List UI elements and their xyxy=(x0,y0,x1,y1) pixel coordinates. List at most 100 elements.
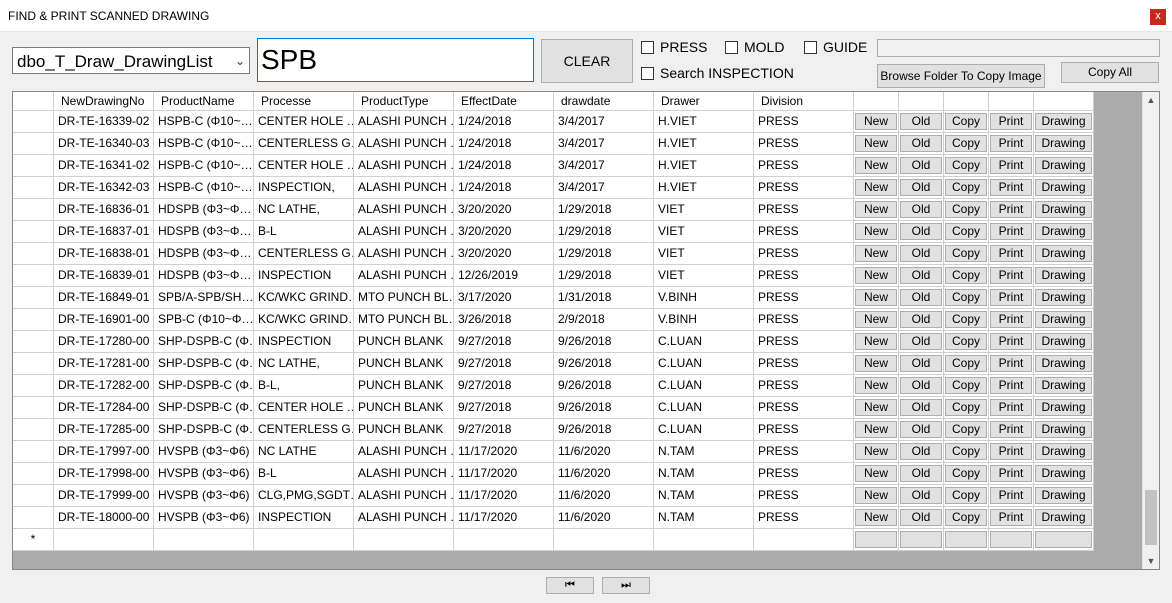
table-cell[interactable]: PUNCH BLANK xyxy=(354,419,454,441)
table-cell[interactable]: ALASHI PUNCH … xyxy=(354,463,454,485)
table-cell[interactable]: PRESS xyxy=(754,287,854,309)
table-cell[interactable]: 11/6/2020 xyxy=(554,485,654,507)
table-cell[interactable]: V.BINH xyxy=(654,309,754,331)
table-cell[interactable]: 11/17/2020 xyxy=(454,485,554,507)
table-cell[interactable]: DR-TE-17282-00 xyxy=(54,375,154,397)
table-cell[interactable]: N.TAM xyxy=(654,441,754,463)
table-cell[interactable]: 1/24/2018 xyxy=(454,133,554,155)
table-cell[interactable]: B-L, xyxy=(254,375,354,397)
table-cell[interactable]: PRESS xyxy=(754,507,854,529)
table-cell[interactable]: 1/24/2018 xyxy=(454,177,554,199)
search-inspection-checkbox[interactable]: Search INSPECTION xyxy=(641,65,794,81)
old-button[interactable]: Old xyxy=(900,487,942,504)
table-row[interactable]: DR-TE-17284-00 SHP-DSPB-C (Φ… CENTER HOLE … xyxy=(13,397,1094,419)
new-row[interactable]: * xyxy=(13,529,1094,551)
mold-checkbox-box[interactable] xyxy=(725,40,738,54)
table-cell[interactable]: 9/26/2018 xyxy=(554,331,654,353)
new-button[interactable]: New xyxy=(855,443,897,460)
table-cell[interactable]: 1/29/2018 xyxy=(554,199,654,221)
table-cell[interactable]: DR-TE-16849-01 xyxy=(54,287,154,309)
copy-button[interactable]: Copy xyxy=(945,399,987,416)
table-cell[interactable]: DR-TE-17284-00 xyxy=(54,397,154,419)
drawing-button[interactable]: Drawing xyxy=(1035,157,1092,174)
old-button[interactable]: Old xyxy=(900,465,942,482)
row-header[interactable] xyxy=(13,309,54,331)
new-button[interactable]: New xyxy=(855,157,897,174)
table-cell[interactable]: PRESS xyxy=(754,397,854,419)
table-cell[interactable]: INSPECTION xyxy=(254,507,354,529)
copy-button[interactable]: Copy xyxy=(945,355,987,372)
table-cell[interactable]: V.BINH xyxy=(654,287,754,309)
table-cell[interactable]: HDSPB (Φ3~Φ… xyxy=(154,265,254,287)
table-row[interactable]: DR-TE-17281-00 SHP-DSPB-C (Φ… NC LATHE, PUN… xyxy=(13,353,1094,375)
new-button[interactable]: New xyxy=(855,421,897,438)
mold-checkbox[interactable]: MOLD xyxy=(725,39,784,55)
old-button[interactable]: Old xyxy=(900,377,942,394)
table-cell[interactable]: HDSPB (Φ3~Φ… xyxy=(154,221,254,243)
copy-button[interactable]: Copy xyxy=(945,201,987,218)
old-button[interactable]: Old xyxy=(900,135,942,152)
old-button[interactable]: Old xyxy=(900,399,942,416)
empty-button[interactable] xyxy=(1035,531,1092,548)
table-cell[interactable]: 9/27/2018 xyxy=(454,353,554,375)
drawing-grid[interactable]: NewDrawingNo ProductName Processe ProductTy… xyxy=(12,91,1160,570)
table-cell[interactable]: ALASHI PUNCH … xyxy=(354,243,454,265)
table-row[interactable]: DR-TE-16339-02 HSPB-C (Φ10~… CENTER HOLE …… xyxy=(13,111,1094,133)
table-cell[interactable]: HDSPB (Φ3~Φ… xyxy=(154,199,254,221)
table-row[interactable]: DR-TE-17999-00 HVSPB (Φ3~Φ6) CLG,PMG,SGDT…… xyxy=(13,485,1094,507)
new-button[interactable]: New xyxy=(855,245,897,262)
new-button[interactable]: New xyxy=(855,289,897,306)
table-cell[interactable]: HDSPB (Φ3~Φ… xyxy=(154,243,254,265)
table-cell[interactable]: VIET xyxy=(654,265,754,287)
row-header[interactable] xyxy=(13,221,54,243)
old-button[interactable]: Old xyxy=(900,157,942,174)
table-cell[interactable]: KC/WKC GRIND… xyxy=(254,287,354,309)
table-cell[interactable]: 11/6/2020 xyxy=(554,441,654,463)
drawing-button[interactable]: Drawing xyxy=(1035,179,1092,196)
table-cell[interactable]: ALASHI PUNCH … xyxy=(354,485,454,507)
table-cell[interactable]: PRESS xyxy=(754,485,854,507)
close-button[interactable]: x xyxy=(1150,9,1166,25)
table-cell[interactable]: DR-TE-18000-00 xyxy=(54,507,154,529)
table-cell[interactable]: HVSPB (Φ3~Φ6) xyxy=(154,463,254,485)
empty-button[interactable] xyxy=(990,531,1032,548)
table-cell[interactable]: 3/4/2017 xyxy=(554,155,654,177)
table-cell[interactable]: N.TAM xyxy=(654,485,754,507)
print-button[interactable]: Print xyxy=(990,333,1032,350)
row-header[interactable] xyxy=(13,111,54,133)
table-row[interactable]: DR-TE-16340-03 HSPB-C (Φ10~… CENTERLESS G…… xyxy=(13,133,1094,155)
row-header[interactable] xyxy=(13,133,54,155)
new-button[interactable]: New xyxy=(855,465,897,482)
table-cell[interactable]: PRESS xyxy=(754,331,854,353)
table-cell[interactable]: PUNCH BLANK xyxy=(354,397,454,419)
table-row[interactable]: DR-TE-17997-00 HVSPB (Φ3~Φ6) NC LATHE ALASH… xyxy=(13,441,1094,463)
table-cell[interactable]: C.LUAN xyxy=(654,353,754,375)
new-button[interactable]: New xyxy=(855,333,897,350)
row-header[interactable] xyxy=(13,397,54,419)
table-cell[interactable]: 9/26/2018 xyxy=(554,353,654,375)
table-cell[interactable]: 1/29/2018 xyxy=(554,265,654,287)
table-cell[interactable] xyxy=(254,529,354,551)
table-cell[interactable]: HVSPB (Φ3~Φ6) xyxy=(154,441,254,463)
new-button[interactable]: New xyxy=(855,377,897,394)
row-header[interactable] xyxy=(13,199,54,221)
table-cell[interactable]: PUNCH BLANK xyxy=(354,353,454,375)
drawing-button[interactable]: Drawing xyxy=(1035,289,1092,306)
drawing-button[interactable]: Drawing xyxy=(1035,421,1092,438)
copy-button[interactable]: Copy xyxy=(945,377,987,394)
print-button[interactable]: Print xyxy=(990,443,1032,460)
table-cell[interactable]: SPB-C (Φ10~Φ… xyxy=(154,309,254,331)
table-cell[interactable]: CENTERLESS G… xyxy=(254,133,354,155)
old-button[interactable]: Old xyxy=(900,201,942,218)
drawing-button[interactable]: Drawing xyxy=(1035,399,1092,416)
table-cell[interactable]: ALASHI PUNCH … xyxy=(354,199,454,221)
table-cell[interactable]: VIET xyxy=(654,221,754,243)
print-button[interactable]: Print xyxy=(990,201,1032,218)
old-button[interactable]: Old xyxy=(900,421,942,438)
table-cell[interactable]: 3/4/2017 xyxy=(554,111,654,133)
table-cell[interactable]: 11/6/2020 xyxy=(554,507,654,529)
table-cell[interactable]: HSPB-C (Φ10~… xyxy=(154,177,254,199)
table-row[interactable]: DR-TE-17282-00 SHP-DSPB-C (Φ… B-L, PUNCH BL… xyxy=(13,375,1094,397)
table-cell[interactable]: NC LATHE, xyxy=(254,353,354,375)
table-cell[interactable]: 3/20/2020 xyxy=(454,221,554,243)
